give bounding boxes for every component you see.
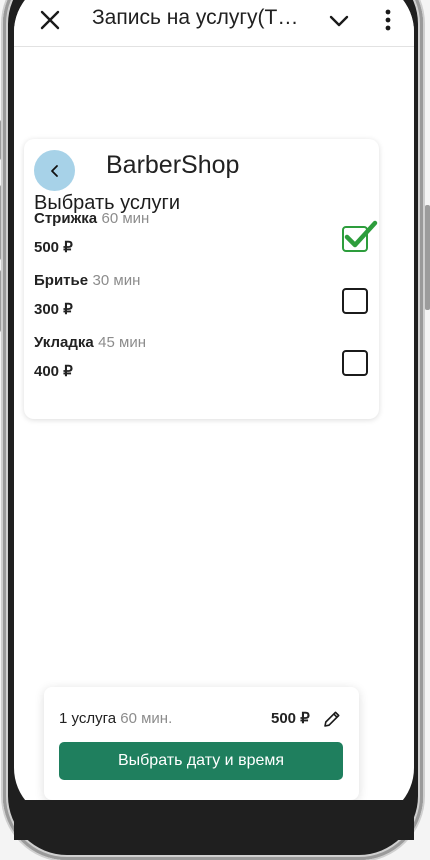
service-item[interactable]: Бритье 30 мин 300 ₽ (34, 272, 368, 328)
choose-date-time-button[interactable]: Выбрать дату и время (59, 742, 343, 780)
service-name: Укладка (34, 334, 94, 351)
service-price: 500 ₽ (34, 239, 73, 256)
service-count: 1 услуга (59, 710, 117, 727)
booking-summary: 1 услуга 60 мин. 500 ₽ Выбрать дату и вр… (44, 687, 359, 800)
service-checkbox[interactable] (342, 220, 378, 252)
phone-power-button (425, 205, 430, 310)
app-bar: Запись на услугу(Т… (14, 0, 414, 47)
summary-count: 1 услуга 60 мин. (59, 710, 172, 727)
phone-bottom-bezel (14, 800, 414, 840)
service-duration: 60 мин (101, 210, 150, 227)
service-name: Стрижка (34, 210, 98, 227)
summary-total: 500 ₽ (271, 710, 310, 727)
service-checkbox[interactable] (342, 288, 368, 314)
service-price: 300 ₽ (34, 301, 73, 318)
checkmark-icon (344, 220, 378, 248)
shop-name: BarberShop (106, 151, 240, 179)
service-card: BarberShop Выбрать услуги Стрижка 60 мин… (24, 139, 379, 419)
chevron-down-icon[interactable] (326, 8, 352, 34)
back-button[interactable] (34, 150, 75, 191)
summary-minutes: 60 мин. (120, 710, 173, 727)
service-item[interactable]: Укладка 45 мин 400 ₽ (34, 334, 368, 390)
service-name: Бритье (34, 272, 89, 289)
service-item[interactable]: Стрижка 60 мин 500 ₽ (34, 210, 378, 266)
page-title: Запись на услугу(Т… (92, 6, 299, 29)
service-duration: 45 мин (98, 334, 146, 351)
more-vert-icon[interactable] (376, 6, 400, 34)
pencil-icon[interactable] (322, 709, 342, 729)
chevron-left-icon (50, 164, 58, 177)
close-icon[interactable] (38, 8, 62, 32)
service-price: 400 ₽ (34, 363, 73, 380)
service-duration: 30 мин (92, 272, 141, 289)
service-checkbox[interactable] (342, 350, 368, 376)
